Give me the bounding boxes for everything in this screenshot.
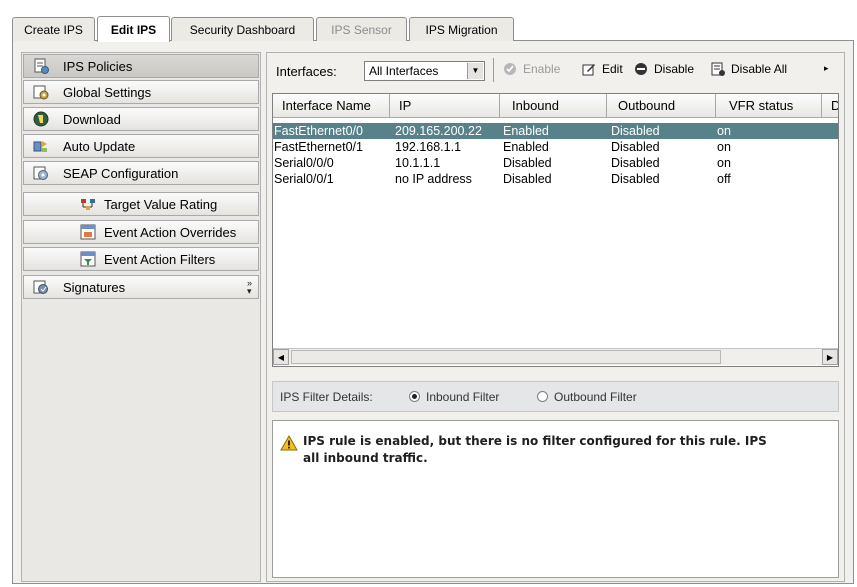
inbound-filter-label[interactable]: Inbound Filter: [426, 390, 499, 404]
filter-details-bar: IPS Filter Details: Inbound Filter Outbo…: [272, 381, 839, 412]
cell-ip: 209.165.200.22: [395, 124, 482, 138]
cell-inbound: Disabled: [503, 172, 552, 186]
outbound-filter-label[interactable]: Outbound Filter: [554, 390, 637, 404]
tab-edit-ips[interactable]: Edit IPS: [97, 16, 170, 42]
sidebar-item-target-value-rating[interactable]: Target Value Rating: [23, 192, 259, 216]
toolbar-separator: [493, 58, 494, 82]
auto-update-icon: [33, 138, 49, 154]
horizontal-scrollbar[interactable]: ◀ ▶: [273, 348, 838, 365]
interfaces-select-value: All Interfaces: [369, 64, 439, 78]
event-action-overrides-icon: [80, 224, 96, 240]
cell-interface-name: FastEthernet0/1: [274, 140, 363, 154]
warning-message-line-2: all inbound traffic.: [303, 451, 428, 465]
warning-message-line-1: IPS rule is enabled, but there is no fil…: [303, 434, 767, 448]
cell-outbound: Disabled: [611, 124, 660, 138]
scroll-right-icon[interactable]: ▶: [822, 349, 838, 365]
column-header-d[interactable]: D: [822, 94, 838, 118]
sidebar-item-label: Event Action Overrides: [104, 224, 237, 240]
sidebar-item-event-action-filters[interactable]: Event Action Filters: [23, 247, 259, 271]
tab-create-ips[interactable]: Create IPS: [12, 17, 95, 41]
left-navigation: [21, 52, 261, 582]
tab-ips-migration[interactable]: IPS Migration: [409, 17, 514, 41]
table-row[interactable]: FastEthernet0/1 192.168.1.1 Enabled Disa…: [273, 139, 838, 155]
seap-configuration-icon: [33, 165, 49, 181]
interfaces-table: Interface Name IP Inbound Outbound VFR s…: [272, 93, 839, 367]
scrollbar-thumb[interactable]: [291, 350, 721, 364]
edit-button[interactable]: Edit: [582, 60, 623, 78]
cell-interface-name: FastEthernet0/0: [274, 124, 363, 138]
cell-ip: 10.1.1.1: [395, 156, 441, 170]
edit-label: Edit: [602, 62, 623, 76]
disable-all-button[interactable]: Disable All: [711, 60, 787, 78]
edit-icon: [582, 62, 596, 76]
chevron-down-icon[interactable]: ▼: [467, 63, 483, 79]
event-action-filters-icon: [80, 251, 96, 267]
sidebar-item-label: Download: [63, 111, 121, 127]
sidebar-item-label: Target Value Rating: [104, 196, 218, 212]
sidebar-item-global-settings[interactable]: Global Settings: [23, 80, 259, 104]
sidebar-item-ips-policies[interactable]: IPS Policies: [23, 54, 259, 78]
sidebar-item-auto-update[interactable]: Auto Update: [23, 134, 259, 158]
cell-outbound: Disabled: [611, 172, 660, 186]
column-header-outbound[interactable]: Outbound: [607, 94, 716, 118]
warning-message: IPS rule is enabled, but there is no fil…: [303, 433, 843, 467]
sidebar-item-label: SEAP Configuration: [63, 165, 179, 181]
outbound-filter-radio[interactable]: [537, 391, 548, 402]
signatures-icon: [33, 279, 49, 295]
cell-vfr-status: on: [717, 140, 731, 154]
sidebar-item-label: Global Settings: [63, 84, 152, 100]
column-header-vfr-status[interactable]: VFR status: [716, 94, 822, 118]
cell-ip: no IP address: [395, 172, 472, 186]
expand-chevron-icon[interactable]: » ▾: [247, 279, 252, 296]
cell-vfr-status: on: [717, 124, 731, 138]
table-row[interactable]: Serial0/0/0 10.1.1.1 Disabled Disabled o…: [273, 155, 838, 171]
disable-all-label: Disable All: [731, 62, 788, 76]
enable-icon: [503, 62, 517, 76]
download-icon: [33, 111, 49, 127]
interfaces-select[interactable]: All Interfaces ▼: [364, 61, 485, 81]
global-settings-icon: [33, 84, 49, 100]
column-header-ip[interactable]: IP: [390, 94, 500, 118]
sidebar-item-label: IPS Policies: [63, 58, 133, 74]
tab-ips-sensor: IPS Sensor: [316, 17, 407, 41]
sidebar-item-label: Event Action Filters: [104, 251, 216, 267]
scroll-left-icon[interactable]: ◀: [273, 349, 289, 365]
disable-all-icon: [711, 62, 725, 76]
inbound-filter-radio[interactable]: [409, 391, 420, 402]
cell-interface-name: Serial0/0/1: [274, 172, 334, 186]
cell-ip: 192.168.1.1: [395, 140, 462, 154]
toolbar-overflow-arrow-icon[interactable]: ▸: [824, 63, 829, 74]
sidebar-item-label: Auto Update: [63, 138, 136, 154]
ips-policies-icon: [33, 58, 49, 74]
column-header-inbound[interactable]: Inbound: [500, 94, 607, 118]
sidebar-item-download[interactable]: Download: [23, 107, 259, 131]
tab-security-dashboard[interactable]: Security Dashboard: [171, 17, 314, 41]
cell-interface-name: Serial0/0/0: [274, 156, 334, 170]
sidebar-item-seap-configuration[interactable]: SEAP Configuration: [23, 161, 259, 185]
sidebar-item-label: Signatures: [63, 279, 126, 295]
cell-outbound: Disabled: [611, 156, 660, 170]
enable-button[interactable]: Enable: [503, 60, 560, 78]
disable-label: Disable: [654, 62, 695, 76]
cell-inbound: Enabled: [503, 124, 549, 138]
filter-details-label: IPS Filter Details:: [280, 390, 373, 404]
enable-label: Enable: [523, 62, 561, 76]
disable-icon: [634, 62, 648, 76]
sidebar-item-signatures[interactable]: Signatures » ▾: [23, 275, 259, 299]
target-value-rating-icon: [80, 196, 96, 212]
disable-button[interactable]: Disable: [634, 60, 694, 78]
interfaces-label: Interfaces:: [276, 64, 337, 79]
cell-vfr-status: on: [717, 156, 731, 170]
table-row[interactable]: FastEthernet0/0 209.165.200.22 Enabled D…: [273, 123, 838, 139]
cell-inbound: Disabled: [503, 156, 552, 170]
sidebar-item-event-action-overrides[interactable]: Event Action Overrides: [23, 220, 259, 244]
cell-inbound: Enabled: [503, 140, 549, 154]
cell-vfr-status: off: [717, 172, 731, 186]
column-header-interface-name[interactable]: Interface Name: [273, 94, 390, 118]
filter-message-box: IPS rule is enabled, but there is no fil…: [272, 420, 839, 578]
warning-icon: [280, 434, 298, 454]
cell-outbound: Disabled: [611, 140, 660, 154]
table-row[interactable]: Serial0/0/1 no IP address Disabled Disab…: [273, 171, 838, 187]
